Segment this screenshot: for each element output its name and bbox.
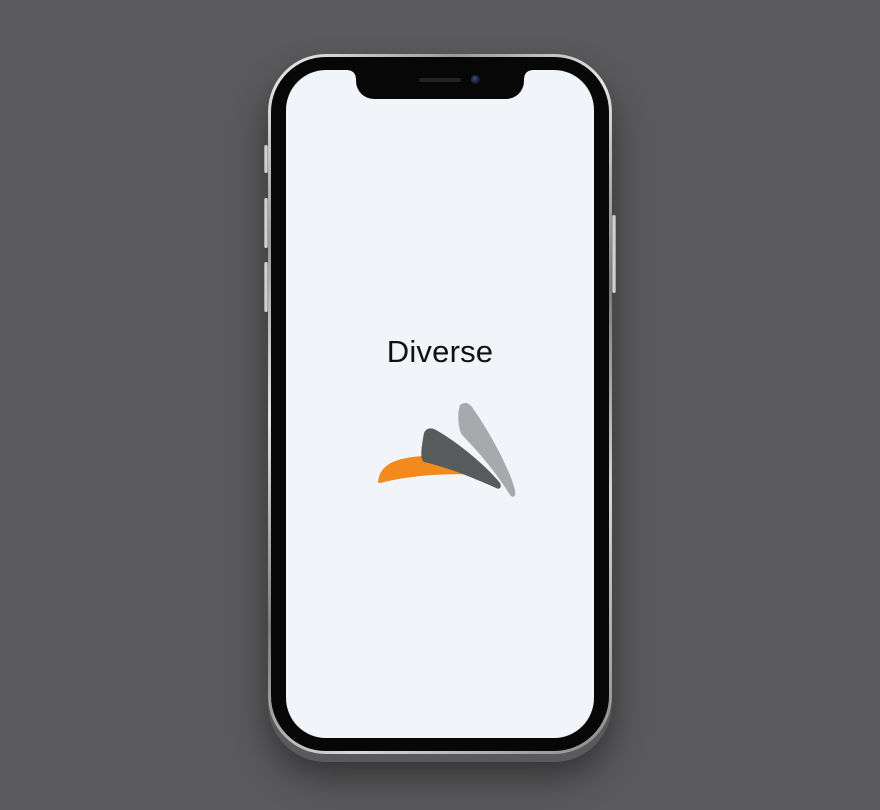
front-camera-icon	[471, 75, 480, 84]
speaker-grille	[419, 78, 461, 82]
app-title: Diverse	[386, 334, 494, 369]
silent-switch	[264, 145, 268, 173]
diverse-logo-icon	[374, 400, 519, 515]
phone-screen: Diverse	[286, 70, 594, 738]
phone-notch	[348, 70, 532, 99]
volume-up-button	[264, 198, 268, 248]
power-button	[612, 215, 616, 293]
volume-down-button	[264, 262, 268, 312]
